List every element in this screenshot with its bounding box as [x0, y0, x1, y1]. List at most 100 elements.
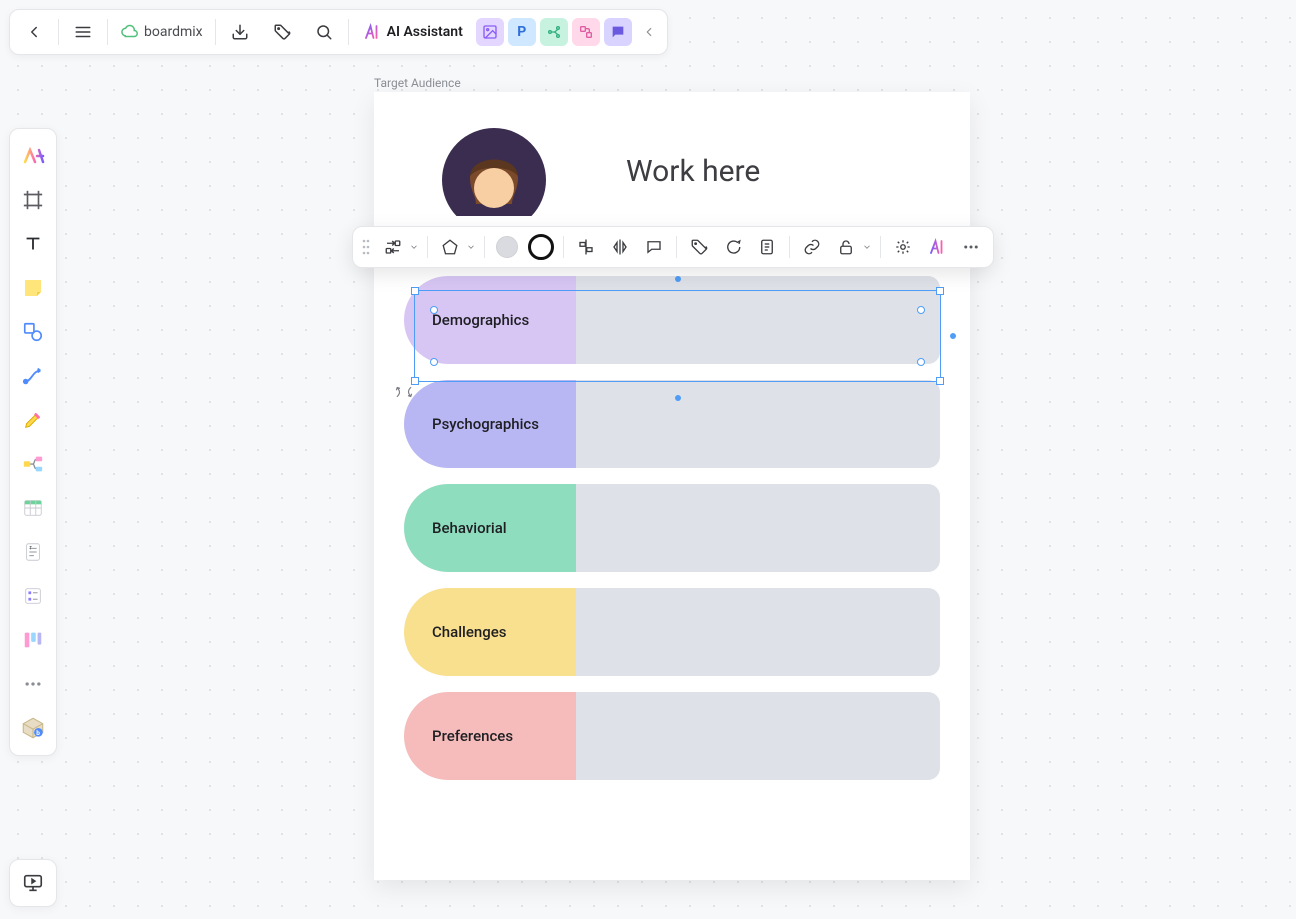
chevron-left-icon	[25, 23, 43, 41]
tag-button[interactable]	[683, 231, 715, 263]
ai-gradient-icon	[928, 238, 946, 256]
ai-image-button[interactable]	[476, 18, 504, 46]
segment-row[interactable]: Challenges	[404, 588, 940, 676]
cloud-icon	[120, 23, 138, 41]
segment-row[interactable]: Preferences	[404, 692, 940, 780]
chevron-down-icon	[466, 242, 476, 252]
ai-assistant-button[interactable]: AI Assistant	[353, 12, 473, 52]
dropdown-caret[interactable]	[464, 242, 478, 252]
pen-tool[interactable]	[13, 399, 53, 441]
menu-button[interactable]	[63, 12, 103, 52]
mindmap-icon	[22, 453, 44, 475]
lock-button[interactable]	[830, 231, 862, 263]
brand-label: boardmix	[144, 24, 203, 40]
mindmap-tool[interactable]	[13, 443, 53, 485]
link-button[interactable]	[796, 231, 828, 263]
swap-shape-button[interactable]	[377, 231, 409, 263]
toolbar-separator	[789, 236, 790, 258]
dropdown-caret[interactable]	[860, 242, 874, 252]
segment-row[interactable]: Demographics	[404, 276, 940, 364]
search-button[interactable]	[304, 12, 344, 52]
select-tool[interactable]	[13, 135, 53, 177]
download-icon	[231, 23, 249, 41]
presentation-button[interactable]	[9, 859, 57, 907]
segment-label[interactable]: Challenges	[404, 588, 576, 676]
avatar[interactable]	[440, 126, 548, 216]
toolbar-separator	[107, 19, 108, 45]
border-color-button[interactable]	[525, 231, 557, 263]
frame-tool[interactable]	[13, 179, 53, 221]
back-button[interactable]	[14, 12, 54, 52]
segment-row[interactable]: Behaviorial	[404, 484, 940, 572]
chat-outline-icon	[724, 238, 742, 256]
more-context-button[interactable]	[955, 231, 987, 263]
svg-text:b: b	[36, 729, 40, 737]
templates-button[interactable]: b	[13, 707, 53, 749]
toolbar-separator	[58, 19, 59, 45]
dots-icon	[962, 238, 980, 256]
ai-flow-button[interactable]	[572, 18, 600, 46]
frame-target-audience[interactable]: Work here Demographics Psychographics Beha…	[374, 92, 970, 880]
connector-tool[interactable]	[13, 355, 53, 397]
ai-mind-button[interactable]	[540, 18, 568, 46]
search-icon	[315, 23, 333, 41]
more-tools[interactable]	[13, 663, 53, 705]
kanban-icon	[22, 629, 44, 651]
comment-button[interactable]	[638, 231, 670, 263]
hero-row: Work here	[404, 126, 940, 216]
segment-body[interactable]	[564, 692, 940, 780]
shape-type-button[interactable]	[434, 231, 466, 263]
ai-chat-button[interactable]	[604, 18, 632, 46]
focus-button[interactable]	[887, 231, 919, 263]
chevron-left-icon	[642, 25, 656, 39]
align-button[interactable]	[570, 231, 602, 263]
tag-icon	[690, 238, 708, 256]
shapes-icon	[22, 321, 44, 343]
flip-button[interactable]	[604, 231, 636, 263]
segment-row[interactable]: Psychographics	[404, 380, 940, 468]
pentagon-icon	[441, 238, 459, 256]
frame-title[interactable]: Target Audience	[374, 76, 461, 90]
ai-ppt-button[interactable]: P	[508, 18, 536, 46]
segment-label[interactable]: Psychographics	[404, 380, 576, 468]
fill-swatch	[496, 236, 518, 258]
chat-button[interactable]	[717, 231, 749, 263]
list-tool[interactable]	[13, 575, 53, 617]
hero-title[interactable]: Work here	[626, 154, 760, 189]
segment-body[interactable]	[564, 380, 940, 468]
dropdown-caret[interactable]	[407, 242, 421, 252]
tag-icon	[273, 23, 291, 41]
sticky-note-tool[interactable]	[13, 267, 53, 309]
download-button[interactable]	[220, 12, 260, 52]
chat-icon	[610, 24, 626, 40]
note-button[interactable]	[751, 231, 783, 263]
presentation-icon	[22, 872, 44, 894]
shape-tool[interactable]	[13, 311, 53, 353]
fill-color-button[interactable]	[491, 231, 523, 263]
chevron-down-icon	[862, 242, 872, 252]
segment-body[interactable]	[564, 588, 940, 676]
svg-text:T: T	[29, 545, 32, 551]
toolbar-separator	[484, 236, 485, 258]
logo-icon	[21, 144, 45, 168]
drag-handle[interactable]	[359, 239, 373, 255]
segment-label[interactable]: Behaviorial	[404, 484, 576, 572]
segment-body[interactable]	[564, 484, 940, 572]
text-icon	[22, 233, 44, 255]
collapse-ai-panel-button[interactable]	[635, 12, 663, 52]
align-icon	[577, 238, 595, 256]
chevron-down-icon	[409, 242, 419, 252]
segment-label[interactable]: Demographics	[404, 276, 576, 364]
ai-context-button[interactable]	[921, 231, 953, 263]
doc-tool[interactable]: T	[13, 531, 53, 573]
unlock-icon	[837, 238, 855, 256]
tag-button[interactable]	[262, 12, 302, 52]
note-icon	[758, 238, 776, 256]
table-tool[interactable]	[13, 487, 53, 529]
border-swatch	[528, 234, 554, 260]
segment-label[interactable]: Preferences	[404, 692, 576, 780]
text-tool[interactable]	[13, 223, 53, 265]
kanban-tool[interactable]	[13, 619, 53, 661]
segment-body[interactable]	[564, 276, 940, 364]
brand-button[interactable]: boardmix	[112, 12, 211, 52]
